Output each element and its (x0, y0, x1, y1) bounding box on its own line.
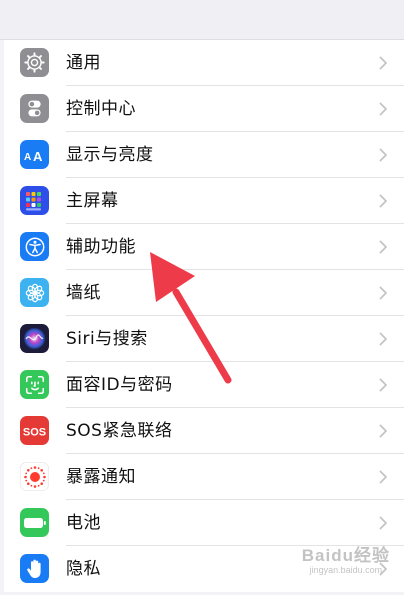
chevron-right-icon (379, 286, 387, 300)
settings-row-emergency-sos[interactable]: SOS SOS紧急联络 (4, 408, 404, 454)
settings-row-battery[interactable]: 电池 (4, 500, 404, 546)
accessibility-icon (20, 232, 49, 261)
top-spacer (0, 0, 404, 40)
chevron-right-icon (379, 332, 387, 346)
settings-row-label: 辅助功能 (66, 237, 136, 257)
settings-row-accessibility[interactable]: 辅助功能 (4, 224, 404, 270)
chevron-right-icon (379, 240, 387, 254)
settings-row-label: 控制中心 (66, 99, 136, 119)
gear-icon (20, 48, 49, 77)
settings-screen: 通用 控制中心 A A 显示与亮度 主屏幕 辅助功能 墙纸 Siri与搜索 面容… (0, 0, 404, 595)
settings-row-label: 暴露通知 (66, 467, 136, 487)
settings-row-home-screen[interactable]: 主屏幕 (4, 178, 404, 224)
settings-row-exposure-notifications[interactable]: 暴露通知 (4, 454, 404, 500)
watermark-sub: jingyan.baidu.com (309, 565, 383, 575)
exposure-icon (20, 462, 49, 491)
settings-list: 通用 控制中心 A A 显示与亮度 主屏幕 辅助功能 墙纸 Siri与搜索 面容… (4, 40, 404, 592)
chevron-right-icon (379, 378, 387, 392)
face-id-icon (20, 370, 49, 399)
chevron-right-icon (379, 470, 387, 484)
svg-text:A: A (33, 149, 43, 164)
settings-row-label: SOS紧急联络 (66, 421, 173, 441)
siri-icon (20, 324, 49, 353)
toggle-icon (20, 94, 49, 123)
chevron-right-icon (379, 424, 387, 438)
settings-row-general[interactable]: 通用 (4, 40, 404, 86)
settings-row-label: Siri与搜索 (66, 329, 148, 349)
settings-row-control-center[interactable]: 控制中心 (4, 86, 404, 132)
settings-row-label: 面容ID与密码 (66, 375, 173, 395)
hand-icon (20, 554, 49, 583)
chevron-right-icon (379, 194, 387, 208)
settings-row-display-brightness[interactable]: A A 显示与亮度 (4, 132, 404, 178)
home-grid-icon (20, 186, 49, 215)
settings-row-label: 显示与亮度 (66, 145, 154, 165)
text-size-icon: A A (20, 140, 49, 169)
battery-icon (20, 508, 49, 537)
chevron-right-icon (379, 56, 387, 70)
chevron-right-icon (379, 148, 387, 162)
settings-row-label: 隐私 (66, 559, 101, 579)
chevron-right-icon (379, 516, 387, 530)
chevron-right-icon (379, 102, 387, 116)
settings-row-label: 通用 (66, 53, 101, 73)
settings-row-label: 主屏幕 (66, 191, 119, 211)
settings-row-siri-search[interactable]: Siri与搜索 (4, 316, 404, 362)
svg-text:SOS: SOS (23, 426, 46, 438)
svg-text:A: A (24, 152, 31, 163)
settings-row-face-id-passcode[interactable]: 面容ID与密码 (4, 362, 404, 408)
watermark-main: Baidu经验 (301, 546, 390, 565)
settings-row-label: 电池 (66, 513, 101, 533)
settings-row-wallpaper[interactable]: 墙纸 (4, 270, 404, 316)
flower-icon (20, 278, 49, 307)
sos-icon: SOS (20, 416, 49, 445)
settings-row-label: 墙纸 (66, 283, 101, 303)
watermark: Baidu经验 jingyan.baidu.com (302, 547, 390, 575)
